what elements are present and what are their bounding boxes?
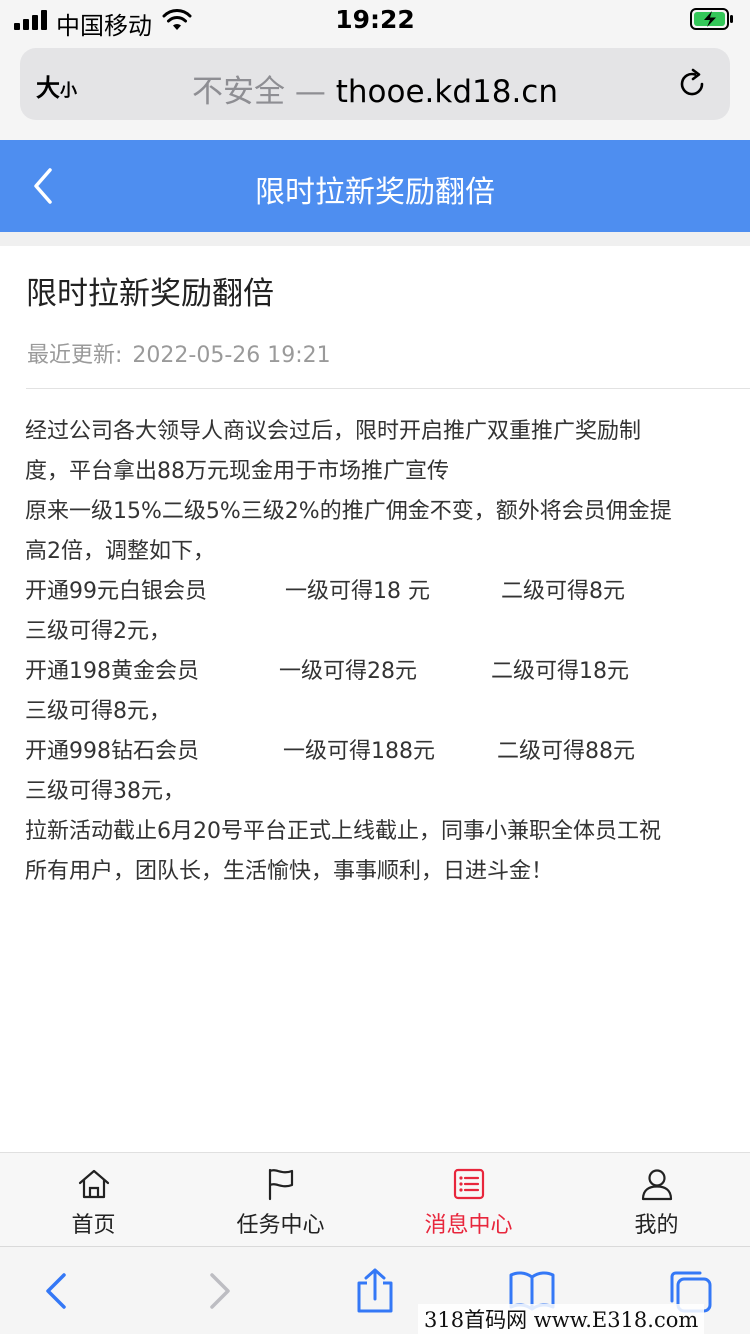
text-size-button[interactable]: 大小 (36, 68, 77, 103)
tier-row: 开通198黄金会员 一级可得28元 二级可得18元 (25, 652, 730, 692)
browser-back-icon[interactable] (34, 1267, 82, 1315)
share-icon[interactable] (351, 1267, 399, 1315)
text-size-big-label: 大 (36, 74, 60, 102)
insecure-label: 不安全 — (191, 74, 326, 110)
battery-charging-icon (690, 8, 733, 30)
tier-level3: 三级可得38元， (25, 779, 185, 804)
tab-messages[interactable]: 消息中心 (375, 1153, 562, 1247)
watermark: 318首码网 www.E318.com (418, 1304, 705, 1334)
body-line: 原来一级15%二级5%三级2%的推广佣金不变，额外将会员佣金提 (25, 499, 672, 524)
tier-name: 开通198黄金会员 (25, 659, 199, 684)
header-title: 限时拉新奖励翻倍 (255, 175, 495, 210)
wifi-icon (162, 9, 192, 30)
tier-level3: 三级可得8元， (25, 699, 171, 724)
tier-name: 开通998钻石会员 (25, 739, 199, 764)
tier-level3: 三级可得2元， (25, 619, 171, 644)
tier-level2: 二级可得88元 (497, 739, 635, 764)
tab-messages-label: 消息中心 (424, 1213, 513, 1238)
tab-home[interactable]: 首页 (0, 1153, 187, 1247)
status-bar: 中国移动 19:22 (0, 0, 750, 40)
home-icon (78, 1169, 110, 1199)
updated-time: 最近更新: 2022-05-26 19:21 (27, 337, 331, 369)
address-bar[interactable]: 大小 不安全 — thooe.kd18.cn (20, 48, 730, 120)
body-line: 所有用户，团队长，生活愉快，事事顺利，日进斗金！ (25, 859, 554, 884)
user-icon (641, 1169, 673, 1201)
tier-row: 开通99元白银会员 一级可得18 元 二级可得8元 (25, 572, 730, 612)
flag-icon (268, 1168, 294, 1201)
message-list-icon (453, 1168, 485, 1200)
tier-row: 开通998钻石会员 一级可得188元 二级可得88元 (25, 732, 730, 772)
section-gap (0, 232, 750, 246)
reload-icon[interactable] (676, 68, 708, 100)
tier-level2: 二级可得8元 (501, 579, 625, 604)
body-line: 经过公司各大领导人商议会过后，限时开启推广双重推广奖励制 (25, 419, 642, 444)
article-title: 限时拉新奖励翻倍 (26, 276, 274, 312)
browser-top-bar: 大小 不安全 — thooe.kd18.cn (0, 40, 750, 140)
updated-label: 最近更新: (27, 343, 123, 368)
body-line: 高2倍，调整如下， (25, 539, 215, 564)
divider (26, 388, 750, 389)
tier-name: 开通99元白银会员 (25, 579, 207, 604)
tab-profile[interactable]: 我的 (563, 1153, 750, 1247)
carrier-name: 中国移动 (56, 12, 152, 40)
tier-level1: 一级可得28元 (279, 659, 417, 684)
text-size-small-label: 小 (60, 81, 77, 101)
tier-level2: 二级可得18元 (491, 659, 629, 684)
body-line: 拉新活动截止6月20号平台正式上线截止，同事小兼职全体员工祝 (25, 819, 661, 844)
url-display[interactable]: 不安全 — thooe.kd18.cn (20, 66, 730, 111)
tab-home-label: 首页 (71, 1213, 116, 1238)
tier-level1: 一级可得18 元 (285, 579, 430, 604)
body-line: 度，平台拿出88万元现金用于市场推广宣传 (25, 459, 449, 484)
tab-profile-label: 我的 (634, 1213, 679, 1238)
updated-value: 2022-05-26 19:21 (132, 343, 331, 368)
tab-bar: 首页 任务中心 消息中心 我的 (0, 1152, 750, 1246)
back-arrow-icon[interactable] (26, 164, 62, 208)
url-domain: thooe.kd18.cn (335, 74, 558, 110)
signal-strength-icon (14, 10, 48, 30)
tab-tasks-label: 任务中心 (236, 1213, 325, 1238)
tab-tasks[interactable]: 任务中心 (187, 1153, 374, 1247)
browser-forward-icon[interactable] (194, 1267, 242, 1315)
tier-level1: 一级可得188元 (283, 739, 435, 764)
app-header: 限时拉新奖励翻倍 (0, 140, 750, 232)
article-body: 经过公司各大领导人商议会过后，限时开启推广双重推广奖励制 度，平台拿出88万元现… (25, 412, 730, 892)
